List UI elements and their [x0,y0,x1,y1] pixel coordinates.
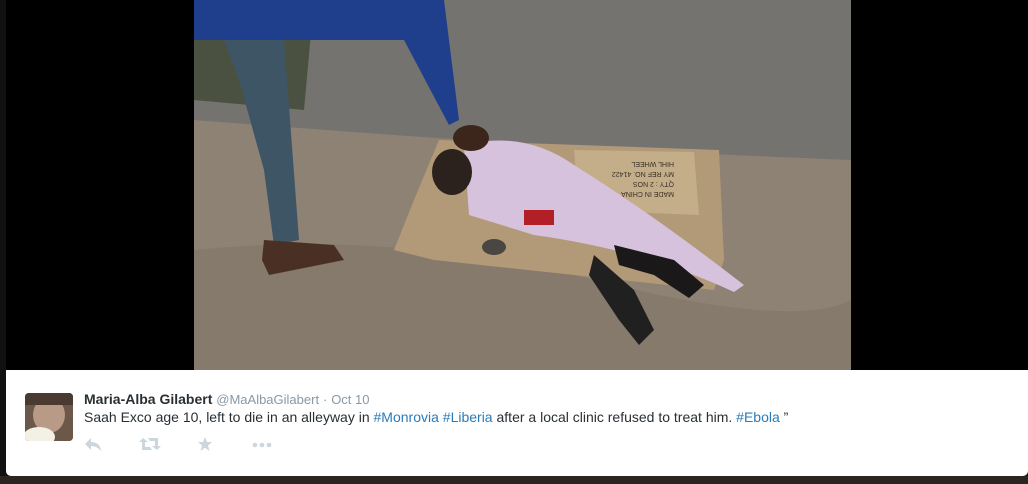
background-strip [0,476,1028,484]
svg-text:QTY : 2 NOS: QTY : 2 NOS [633,180,674,187]
tweet-card: Maria-Alba Gilabert @MaAlbaGilabert · Oc… [6,370,1028,476]
child-head [432,149,472,195]
star-icon[interactable] [197,436,213,457]
tweet-text-part: ” [779,409,789,425]
more-icon[interactable] [252,436,272,457]
tweet-timestamp[interactable]: Oct 10 [331,392,369,407]
reply-icon[interactable] [84,436,102,457]
separator: · [322,392,328,407]
author-name[interactable]: Maria-Alba Gilabert [84,391,212,407]
hashtag-ebola[interactable]: #Ebola [736,409,780,425]
tweet-header: Maria-Alba Gilabert @MaAlbaGilabert · Oc… [84,391,369,407]
svg-text:HIHL WHEEL: HIHL WHEEL [631,160,674,167]
svg-text:MADE IN CHINA: MADE IN CHINA [621,190,674,197]
tweet-text: Saah Exco age 10, left to die in an alle… [84,409,788,425]
tweet-text-part: after a local clinic refused to treat hi… [492,409,737,425]
author-username[interactable]: @MaAlbaGilabert [216,392,319,407]
retweet-icon[interactable] [139,436,161,457]
hashtag-liberia[interactable]: #Liberia [443,409,493,425]
svg-text:MY REF NO. 41422: MY REF NO. 41422 [612,170,674,177]
hashtag-monrovia[interactable]: #Monrovia [374,409,439,425]
avatar[interactable] [25,393,73,441]
tweet-text-part: Saah Exco age 10, left to die in an alle… [84,409,374,425]
media-overlay: MADE IN CHINA QTY : 2 NOS MY REF NO. 414… [0,0,1028,484]
media-frame: MADE IN CHINA QTY : 2 NOS MY REF NO. 414… [6,0,1028,370]
tweet-photo[interactable]: MADE IN CHINA QTY : 2 NOS MY REF NO. 414… [194,0,851,370]
